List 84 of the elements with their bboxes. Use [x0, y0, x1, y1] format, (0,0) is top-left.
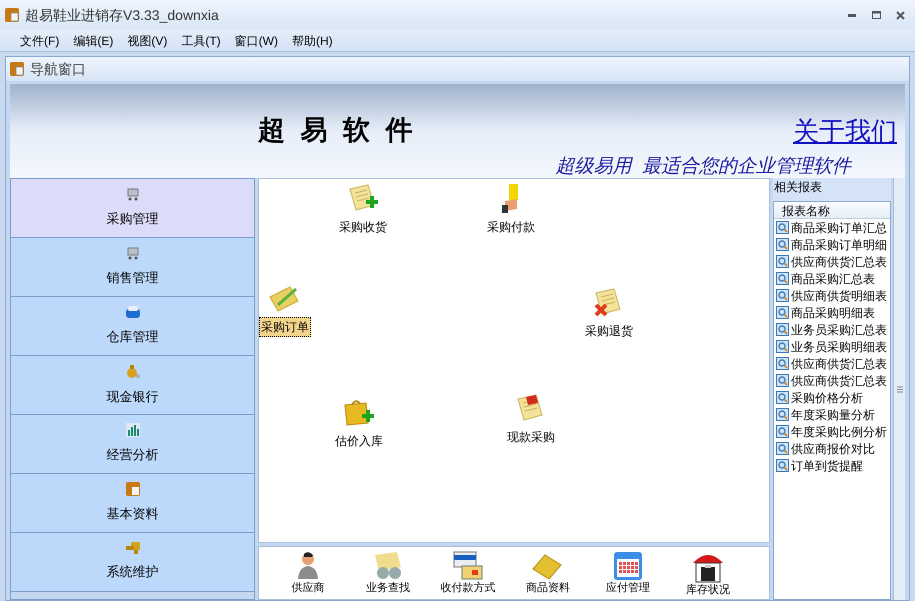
- report-row[interactable]: 年度采购比例分析: [774, 423, 890, 440]
- canvas-item[interactable]: 采购退货: [583, 287, 635, 341]
- toolbar-item[interactable]: 业务查找: [357, 551, 419, 594]
- app-icon: [10, 62, 24, 76]
- report-icon: [776, 255, 789, 268]
- sidebar-item[interactable]: 经营分析: [11, 415, 254, 474]
- toolbar-item[interactable]: 库存状况: [677, 551, 739, 596]
- report-row[interactable]: 商品采购订单汇总: [774, 219, 890, 236]
- canvas-item[interactable]: 采购付款: [485, 183, 537, 237]
- about-link[interactable]: 关于我们: [793, 112, 897, 150]
- cart-icon: [126, 246, 140, 260]
- sidebar-item[interactable]: 现金银行: [11, 356, 254, 415]
- slogan: 超级易用 最适合您的企业管理软件: [555, 154, 851, 178]
- reports-title: 相关报表: [773, 179, 823, 196]
- report-row[interactable]: 供应商供货汇总表: [774, 355, 890, 372]
- toolbar-item[interactable]: 应付管理: [597, 551, 659, 594]
- report-icon: [776, 289, 789, 302]
- canvas-item-label: 采购收货: [338, 219, 388, 236]
- sidebar-item[interactable]: 销售管理: [11, 238, 254, 297]
- bar-chart-icon: [126, 423, 140, 438]
- hammer-icon: [126, 542, 140, 554]
- person-icon: [296, 551, 320, 581]
- report-icon: [776, 323, 789, 336]
- menu-item[interactable]: 帮助(H): [292, 32, 333, 50]
- report-row[interactable]: 供应商报价对比: [774, 440, 890, 457]
- restore-icon: [872, 11, 880, 19]
- toolbar-item[interactable]: 收付款方式: [437, 551, 499, 594]
- report-row[interactable]: 年度采购量分析: [774, 406, 890, 423]
- report-row[interactable]: 供应商供货汇总表: [774, 253, 890, 270]
- report-row[interactable]: 供应商供货汇总表: [774, 372, 890, 389]
- canvas-item-label: 采购退货: [584, 323, 634, 340]
- menu-item[interactable]: 文件(F): [20, 32, 60, 50]
- calendar-icon: [613, 551, 643, 581]
- window-title: 超易鞋业进销存V3.33_downxia: [25, 6, 219, 25]
- canvas-item-label: 采购订单: [259, 317, 311, 337]
- report-row[interactable]: 商品采购订单明细: [774, 236, 890, 253]
- report-icon: [776, 221, 789, 234]
- box-icon: [124, 305, 140, 320]
- close-icon: [896, 10, 904, 20]
- report-row[interactable]: 商品采购汇总表: [774, 270, 890, 287]
- menu-item[interactable]: 窗口(W): [234, 32, 278, 50]
- canvas-item[interactable]: 采购订单: [259, 283, 311, 337]
- report-row[interactable]: 供应商供货明细表: [774, 287, 890, 304]
- sidebar-item[interactable]: 仓库管理: [11, 297, 254, 356]
- minimize-icon: [848, 14, 856, 16]
- cards-icon: [452, 551, 484, 581]
- money-bag-icon: [124, 363, 140, 380]
- cart-icon: [126, 187, 140, 202]
- brand-title: 超 易 软 件: [258, 114, 417, 147]
- report-icon: [776, 408, 789, 421]
- report-row[interactable]: 采购价格分析: [774, 389, 890, 406]
- grip-icon: [896, 386, 902, 392]
- canvas-item[interactable]: 现款采购: [505, 393, 557, 447]
- canvas-item-label: 现款采购: [506, 429, 556, 446]
- report-icon: [776, 306, 789, 319]
- folder-icon: [126, 482, 140, 496]
- panel-title: 导航窗口: [30, 60, 86, 78]
- report-icon: [776, 425, 789, 438]
- report-row[interactable]: 业务员采购汇总表: [774, 321, 890, 338]
- column-header: 报表名称: [774, 202, 890, 219]
- toolbar-item[interactable]: 供应商: [277, 551, 339, 594]
- canvas-item[interactable]: 估价入库: [333, 397, 385, 451]
- sidebar-item[interactable]: 采购管理: [11, 179, 254, 238]
- report-icon: [776, 340, 789, 353]
- report-row[interactable]: 订单到货提醒: [774, 457, 890, 474]
- toolbar-item[interactable]: 商品资料: [517, 551, 579, 594]
- report-icon: [776, 272, 789, 285]
- report-icon: [776, 442, 789, 455]
- report-icon: [776, 459, 789, 472]
- menu-item[interactable]: 工具(T): [181, 32, 221, 50]
- canvas-item[interactable]: 采购收货: [337, 183, 389, 237]
- menu-item[interactable]: 编辑(E): [73, 32, 114, 50]
- report-row[interactable]: 商品采购明细表: [774, 304, 890, 321]
- report-icon: [776, 357, 789, 370]
- app-icon: [5, 8, 19, 22]
- report-icon: [776, 238, 789, 251]
- sidebar-item[interactable]: 基本资料: [11, 474, 254, 533]
- report-icon: [776, 391, 789, 404]
- menu-item[interactable]: 视图(V): [127, 32, 168, 50]
- sidebar-item[interactable]: 系统维护: [11, 533, 254, 592]
- canvas-item-label: 估价入库: [334, 433, 384, 450]
- report-icon: [776, 374, 789, 387]
- report-row[interactable]: 业务员采购明细表: [774, 338, 890, 355]
- canvas-item-label: 采购付款: [486, 219, 536, 236]
